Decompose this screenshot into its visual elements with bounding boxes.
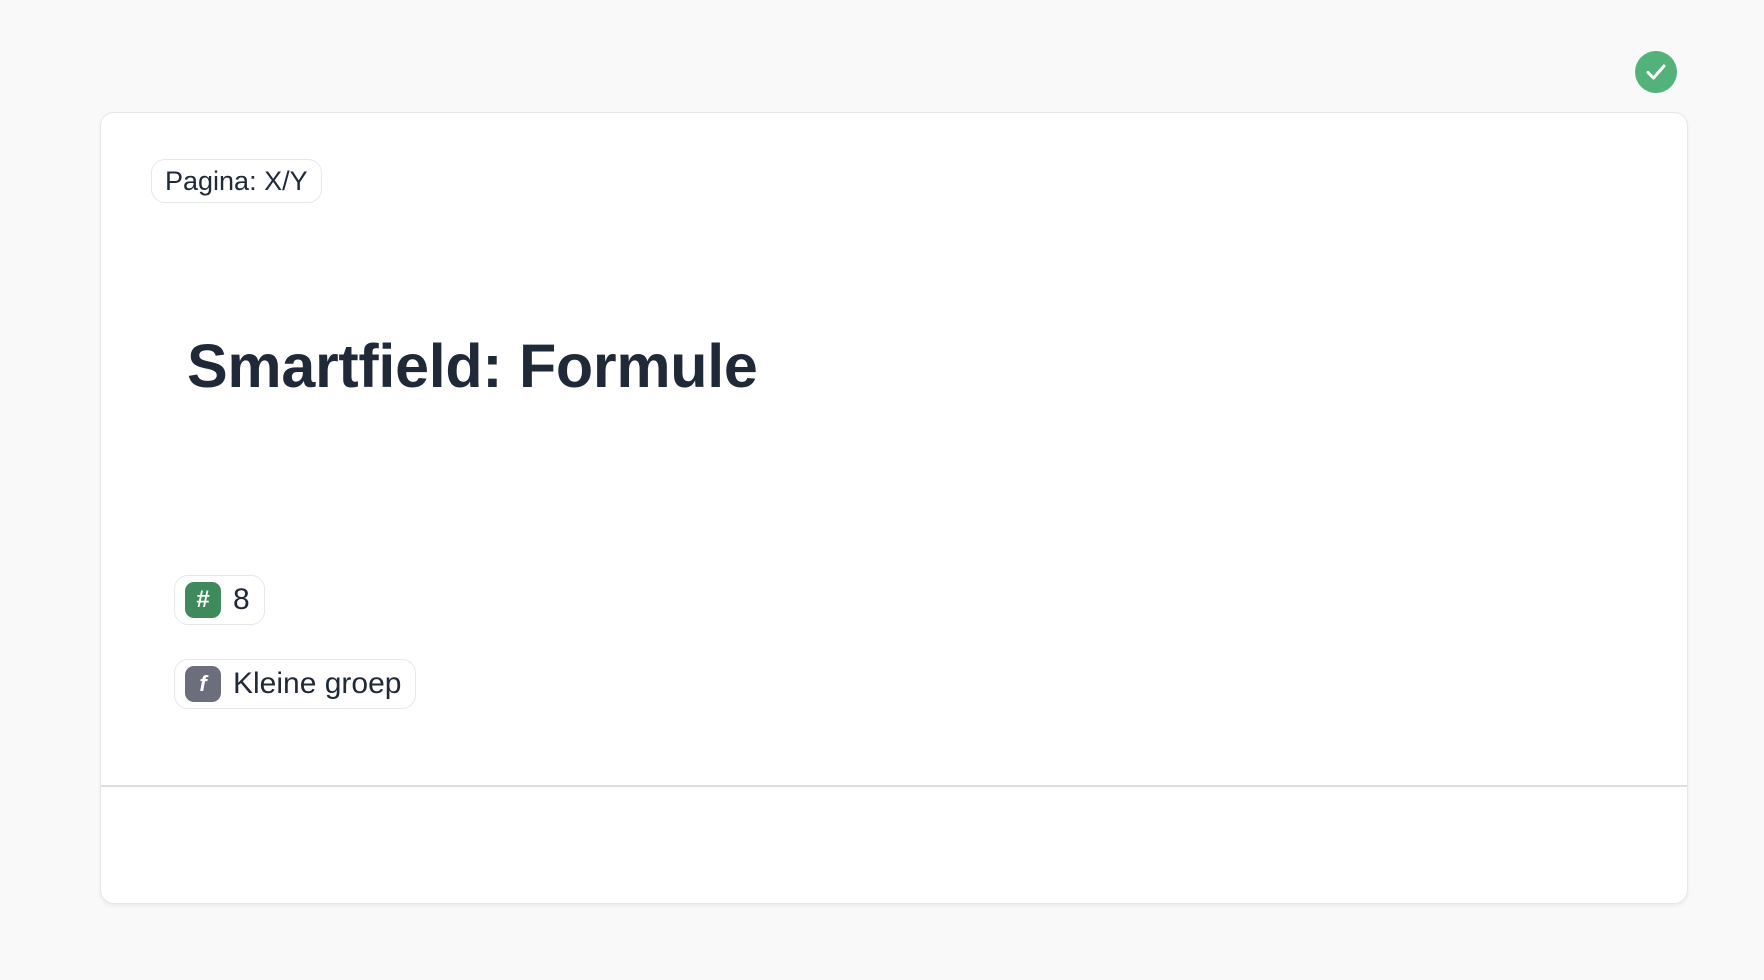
number-field-chip[interactable]: # 8 [174, 575, 265, 625]
page-indicator: Pagina: X/Y [151, 159, 322, 203]
number-field-value: 8 [233, 583, 250, 616]
function-icon: f [185, 666, 221, 702]
formula-field-chip[interactable]: f Kleine groep [174, 659, 417, 709]
card-divider [101, 785, 1687, 787]
formula-field-value: Kleine groep [233, 667, 402, 700]
status-check-icon [1635, 51, 1677, 93]
check-icon [1646, 64, 1666, 80]
page-title: Smartfield: Formule [187, 332, 758, 400]
smartfield-card: Pagina: X/Y Smartfield: Formule # 8 f Kl… [100, 112, 1688, 904]
hash-icon: # [185, 582, 221, 618]
